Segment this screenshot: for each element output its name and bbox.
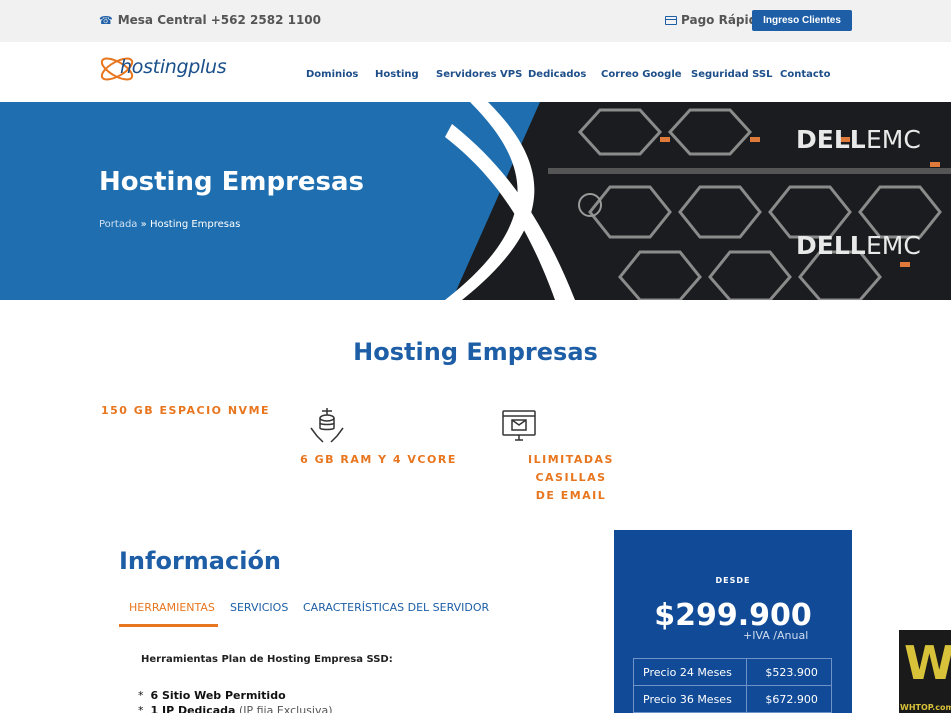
price-row-value: $523.900 (746, 658, 832, 686)
table-row: Precio 24 Meses $523.900 (632, 658, 832, 686)
dellemc-logo-top: DELL (796, 125, 866, 154)
svg-text:EMC: EMC (866, 125, 921, 154)
info-title: Información (119, 547, 282, 575)
list-item: * 6 Sitio Web Permitido (138, 689, 286, 702)
clients-login-button[interactable]: Ingreso Clientes (752, 10, 852, 31)
phone-label: Mesa Central +562 2582 1100 (117, 13, 321, 27)
phone-icon: ☎ (99, 13, 113, 27)
feature-email-label: ILIMITADAS CASILLAS DE EMAIL (490, 451, 652, 505)
list-bullet: * (138, 689, 144, 702)
dellemc-logo-bottom: DELL (796, 231, 866, 260)
badge-letters: W (904, 636, 951, 690)
tab-herramientas[interactable]: HERRAMIENTAS (129, 601, 215, 614)
nav-item-dedicados[interactable]: Dedicados (528, 69, 586, 80)
price-row-label: Precio 36 Meses (632, 685, 748, 713)
price-period: +IVA /Anual (743, 629, 809, 642)
list-item-text: 1 IP Dedicada (150, 704, 236, 713)
table-row: Precio 36 Meses $672.900 (632, 685, 832, 713)
credit-card-icon (665, 15, 677, 25)
tab-caracteristicas[interactable]: CARACTERÍSTICAS DEL SERVIDOR (303, 601, 489, 614)
breadcrumb-home[interactable]: Portada (99, 219, 137, 230)
svg-text:EMC: EMC (866, 231, 921, 260)
badge-site: WHTOP.com (900, 703, 951, 712)
nav-item-hosting[interactable]: Hosting (375, 69, 419, 80)
tools-heading: Herramientas Plan de Hosting Empresa SSD… (141, 654, 393, 665)
server-rack-image: DELL EMC DELL EMC (445, 102, 951, 300)
list-item: * 1 IP Dedicada (IP fija Exclusiva) (138, 704, 333, 713)
price-value: $299.900 (654, 598, 812, 633)
top-bar: ☎ Mesa Central +562 2582 1100 Pago Rápid… (0, 0, 951, 42)
server-hands-icon (310, 408, 344, 443)
nav-item-vps[interactable]: Servidores VPS (436, 69, 522, 80)
features-title: Hosting Empresas (353, 338, 598, 366)
breadcrumb-separator: » (140, 219, 147, 230)
tab-servicios[interactable]: SERVICIOS (230, 601, 288, 614)
price-table: Precio 24 Meses $523.900 Precio 36 Meses… (632, 658, 832, 713)
hero-banner: DELL EMC DELL EMC (0, 102, 951, 300)
quick-pay-link[interactable]: Pago Rápido (665, 13, 765, 27)
breadcrumb-current: Hosting Empresas (149, 219, 241, 230)
list-bullet: * (138, 704, 144, 713)
nav-item-correo[interactable]: Correo Google (601, 69, 682, 80)
breadcrumb: Portada » Hosting Empresas (99, 219, 240, 230)
feature-ram-label: 6 GB RAM Y 4 VCORE (300, 453, 457, 466)
active-tab-indicator (119, 624, 218, 627)
list-item-text: 6 Sitio Web Permitido (150, 689, 286, 702)
page-title: Hosting Empresas (99, 167, 365, 197)
price-row-label: Precio 24 Meses (632, 658, 748, 686)
nav-item-ssl[interactable]: Seguridad SSL (691, 69, 773, 80)
feature-email-line1: ILIMITADAS CASILLAS (528, 453, 614, 484)
list-item-note: (IP fija Exclusiva) (238, 704, 333, 713)
site-logo[interactable]: hostingplus (99, 49, 239, 91)
nav-item-contacto[interactable]: Contacto (780, 69, 830, 80)
email-monitor-icon (502, 410, 536, 441)
nav-item-dominios[interactable]: Dominios (306, 69, 358, 80)
price-row-value: $672.900 (746, 685, 832, 713)
feature-email-line2: DE EMAIL (535, 489, 607, 502)
price-from-label: DESDE (715, 576, 751, 585)
phone-contact[interactable]: ☎ Mesa Central +562 2582 1100 (99, 13, 321, 27)
logo-wordmark: hostingplus (120, 56, 227, 78)
feature-storage-label: 150 GB ESPACIO NVME (100, 404, 271, 417)
